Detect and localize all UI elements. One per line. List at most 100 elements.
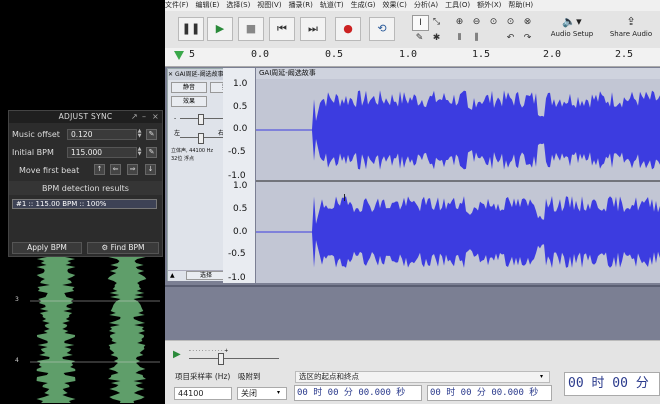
music-offset-tap-button[interactable]: ✎ — [146, 129, 157, 140]
menu-tools[interactable]: 工具(O) — [445, 1, 470, 9]
menu-transport[interactable]: 播录(R) — [289, 1, 313, 9]
stop-icon[interactable]: ■ — [238, 17, 264, 41]
play-head-icon[interactable] — [174, 51, 184, 60]
selection-toolbar: 项目采样率 (Hz) 44100 吸附到 关闭 ▾ 选区的起点和终点 ▾ 00 … — [165, 368, 660, 404]
close-track-icon[interactable]: ✕ — [168, 71, 175, 78]
bpm-result-item[interactable]: #1 :: 115.00 BPM :: 100% — [12, 199, 157, 209]
move-beat-back-icon[interactable]: ⇐ — [110, 164, 121, 175]
move-beat-down-icon[interactable]: ↓ — [145, 164, 156, 175]
redo-icon[interactable]: ↷ — [520, 31, 535, 45]
menu-bar: 文件(F) 编辑(E) 选择(S) 视图(V) 播录(R) 轨道(T) 生成(G) 效果(C)… — [165, 0, 660, 11]
draw-tool-icon[interactable]: ✎ — [412, 31, 427, 45]
ruler-tick: 2.0 — [543, 49, 562, 60]
silence-icon[interactable]: ⫼ — [469, 31, 484, 45]
menu-effect[interactable]: 效果(C) — [383, 1, 407, 9]
share-audio-label: Share Audio — [609, 30, 653, 38]
play-at-speed-bar: ▶ - · · · · · · · · · · + — [165, 340, 660, 369]
menu-select[interactable]: 选择(S) — [226, 1, 250, 9]
ruler-tick: 1.5 — [472, 49, 491, 60]
skip-to-end-icon[interactable]: ⏭ — [300, 17, 326, 41]
multi-tool-icon[interactable]: ✱ — [429, 31, 444, 45]
music-offset-label: Music offset — [12, 130, 60, 139]
select-track-button[interactable]: 选择 — [186, 271, 226, 280]
move-first-beat-label: Move first beat — [19, 166, 80, 175]
ruler-tick: 2.5 — [615, 49, 634, 60]
effects-button[interactable]: 效果 — [171, 96, 207, 107]
move-beat-up-icon[interactable]: ↑ — [94, 164, 105, 175]
ruler-tick: 1.0 — [399, 49, 418, 60]
mute-button[interactable]: 静音 — [171, 82, 207, 93]
project-rate-label: 项目采样率 (Hz) — [175, 372, 231, 381]
y-label: 0.0 — [233, 124, 248, 134]
y-label: 0.0 — [233, 227, 248, 237]
gain-minus-label: - — [174, 115, 177, 122]
y-label: 0.5 — [233, 102, 248, 112]
y-label: 1.0 — [233, 79, 248, 89]
menu-edit[interactable]: 编辑(E) — [196, 1, 220, 9]
play-at-speed-icon[interactable]: ▶ — [173, 349, 181, 360]
trim-icon[interactable]: ⫴ — [452, 31, 467, 45]
pan-left-label: 左 — [174, 130, 181, 137]
zoom-toggle-icon[interactable]: ⊗ — [520, 15, 535, 29]
selection-tool-icon[interactable]: I — [412, 15, 429, 31]
selection-mode-select[interactable]: 选区的起点和终点 — [295, 371, 550, 383]
selection-end-time[interactable]: 00 时 00 分 00.000 秒 — [427, 385, 552, 401]
initial-bpm-input[interactable]: 115.000 — [67, 147, 137, 158]
pan-slider-handle[interactable] — [198, 133, 204, 144]
record-icon[interactable]: ● — [335, 17, 361, 41]
menu-help[interactable]: 帮助(H) — [508, 1, 533, 9]
move-beat-forward-icon[interactable]: ⇒ — [127, 164, 138, 175]
waveform-area[interactable]: GAI周延-阚选故事 I — [256, 68, 660, 283]
menu-tracks[interactable]: 轨道(T) — [320, 1, 344, 9]
music-offset-input[interactable]: 0.120 — [67, 129, 137, 140]
y-label: -0.5 — [228, 147, 246, 157]
transport-toolbar: ❚❚ ▶ ■ ⏮ ⏭ ● ⟲ I ⤡ ✎ ✱ ⊕ ⊖ ⊙ ⊙ ⊗ ⫴ ⫼ ↶ ↷… — [165, 11, 660, 49]
beat-waveform-preview — [30, 255, 160, 403]
track-name: GAI周延-阚选故事 — [174, 71, 224, 78]
initial-bpm-tap-button[interactable]: ✎ — [146, 147, 157, 158]
selection-start-time[interactable]: 00 时 00 分 00.000 秒 — [294, 385, 422, 401]
speed-slider[interactable] — [189, 358, 279, 359]
initial-bpm-spinner[interactable]: ▲ ▼ — [136, 147, 143, 158]
project-rate-select[interactable]: 44100 — [174, 387, 232, 400]
menu-view[interactable]: 视图(V) — [257, 1, 281, 9]
y-label: -1.0 — [228, 171, 246, 181]
zoom-out-icon[interactable]: ⊖ — [469, 15, 484, 29]
menu-generate[interactable]: 生成(G) — [351, 1, 376, 9]
find-bpm-label: Find BPM — [110, 243, 145, 252]
loop-icon[interactable]: ⟲ — [369, 17, 395, 41]
menu-extra[interactable]: 额外(X) — [477, 1, 501, 9]
music-offset-spinner[interactable]: ▲ ▼ — [136, 129, 143, 140]
beat-number-4: 4 — [15, 357, 19, 364]
pause-icon[interactable]: ❚❚ — [178, 17, 204, 41]
menu-file[interactable]: 文件(F) — [165, 1, 189, 9]
share-audio-button[interactable]: ⇪ Share Audio — [605, 14, 657, 45]
play-icon[interactable]: ▶ — [207, 17, 233, 41]
fit-project-icon[interactable]: ⊙ — [503, 15, 518, 29]
audacity-window: 文件(F) 编辑(E) 选择(S) 视图(V) 播录(R) 轨道(T) 生成(G) 效果(C)… — [165, 0, 660, 404]
audio-setup-button[interactable]: 🔈▾ Audio Setup — [546, 14, 598, 45]
close-icon[interactable]: × — [152, 112, 159, 121]
detach-icon[interactable]: ↗ — [131, 112, 138, 121]
gears-icon: ⚙ — [101, 243, 111, 252]
waveform-display — [256, 90, 660, 268]
speed-slider-handle[interactable] — [218, 353, 224, 365]
apply-bpm-button[interactable]: Apply BPM — [12, 242, 82, 254]
skip-to-start-icon[interactable]: ⏮ — [269, 17, 295, 41]
y-label: 1.0 — [233, 181, 248, 191]
gain-slider-handle[interactable] — [198, 114, 204, 125]
find-bpm-button[interactable]: ⚙ Find BPM — [87, 242, 159, 254]
clip-title[interactable]: GAI周延-阚选故事 — [256, 68, 660, 79]
share-icon: ⇪ — [626, 15, 636, 28]
undo-icon[interactable]: ↶ — [503, 31, 518, 45]
collapse-icon[interactable]: ▲ — [170, 272, 175, 279]
adjust-sync-panel: ADJUST SYNC ↗ – × Music offset 0.120 ▲ ▼ … — [8, 110, 163, 257]
zoom-in-icon[interactable]: ⊕ — [452, 15, 467, 29]
envelope-tool-icon[interactable]: ⤡ — [429, 15, 444, 29]
timeline-ruler[interactable]: 5 0.0 0.5 1.0 1.5 2.0 2.5 — [165, 48, 660, 67]
audio-position-display[interactable]: 00 时 00 分 — [564, 372, 660, 396]
snap-to-label: 吸附到 — [238, 372, 261, 381]
menu-analyze[interactable]: 分析(A) — [414, 1, 438, 9]
fit-selection-icon[interactable]: ⊙ — [486, 15, 501, 29]
minimize-icon[interactable]: – — [142, 112, 146, 121]
